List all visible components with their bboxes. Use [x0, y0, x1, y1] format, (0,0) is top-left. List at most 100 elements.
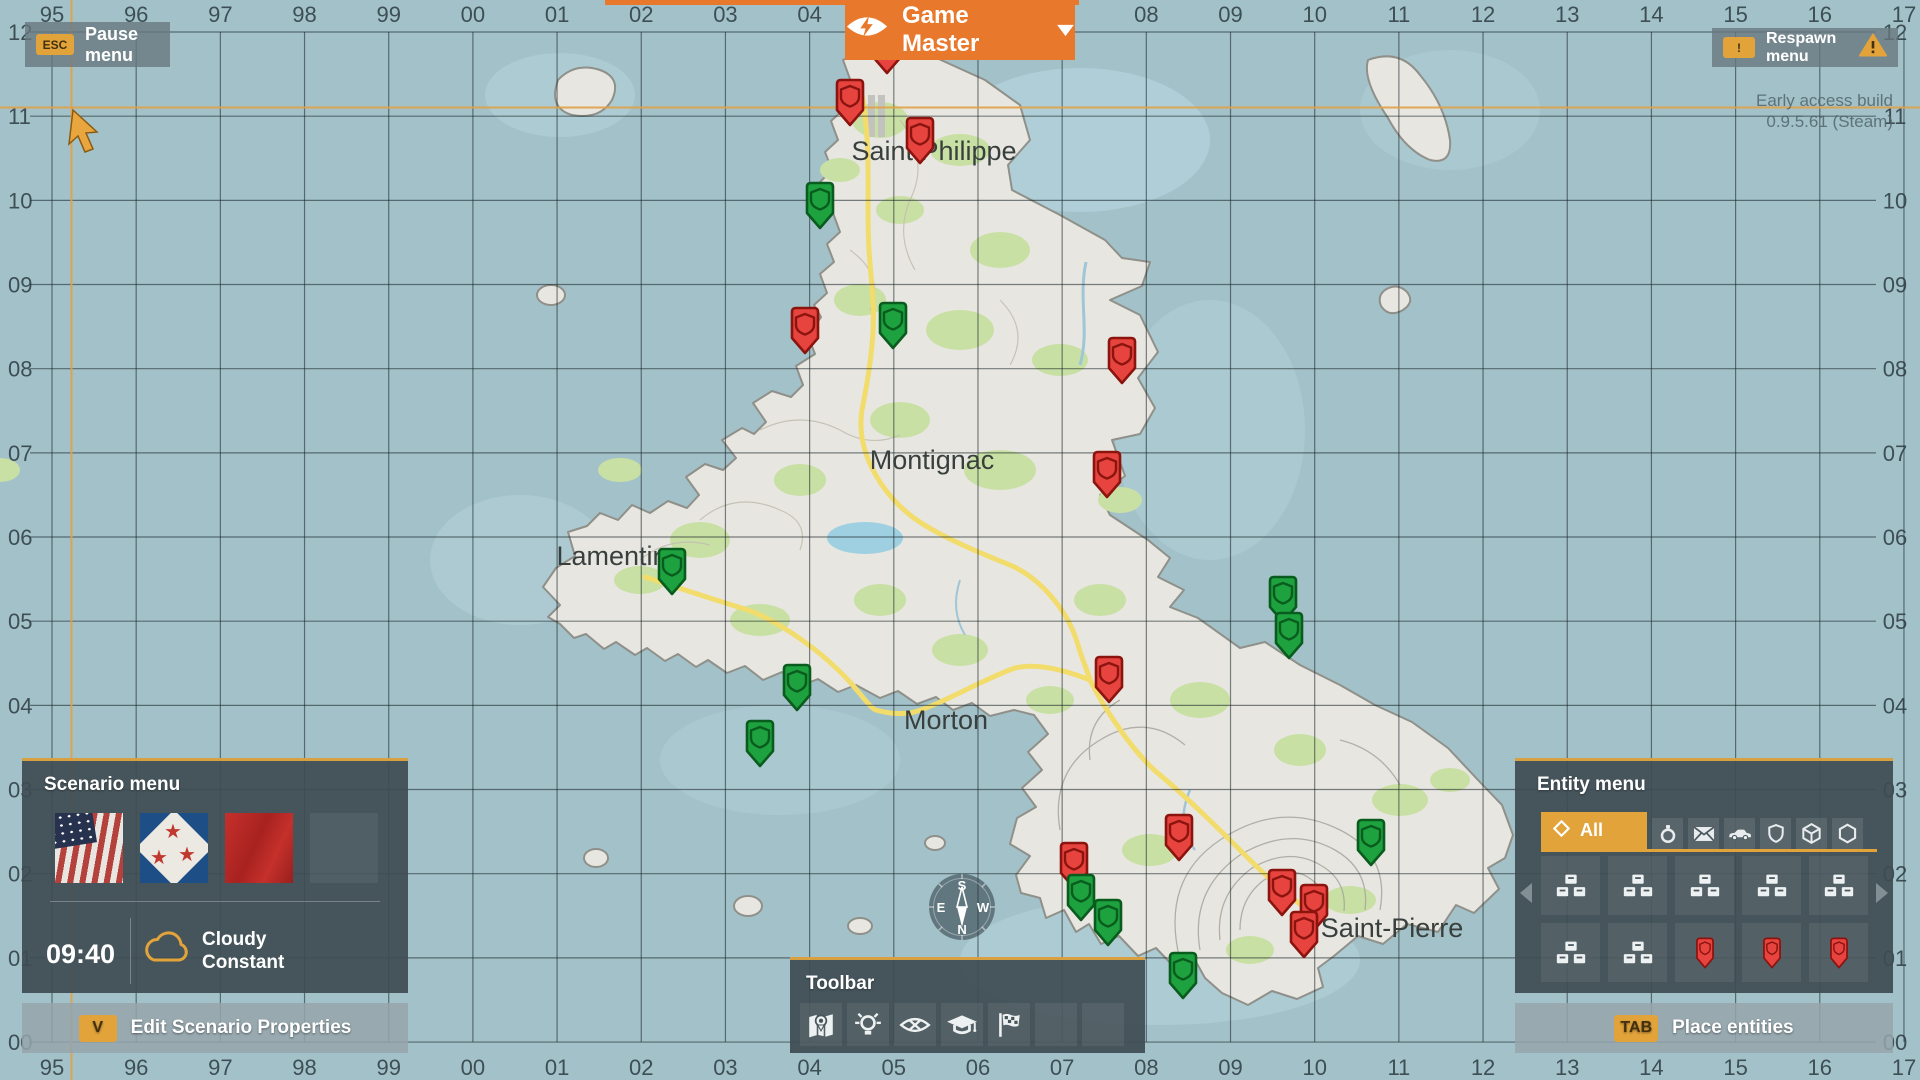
- entity-tile-red-marker[interactable]: [1742, 923, 1801, 982]
- grid-label-top: 08: [1134, 2, 1158, 27]
- empty-slot[interactable]: [310, 813, 378, 883]
- entity-tab-vehicle[interactable]: [1724, 818, 1755, 849]
- grid-label-top: 01: [545, 2, 569, 27]
- envelope-icon: [1693, 826, 1715, 842]
- respawn-menu-label: Respawn menu: [1766, 30, 1848, 66]
- entity-tab-shield[interactable]: [1760, 818, 1791, 849]
- scenario-weather[interactable]: Cloudy Constant: [202, 928, 284, 974]
- toolbar-button-graduation-cap[interactable]: [941, 1003, 983, 1046]
- grid-label-bottom: 03: [713, 1055, 737, 1080]
- fia-flag[interactable]: ★★★: [140, 813, 208, 883]
- grid-label-top: 13: [1555, 2, 1579, 27]
- grid-label-right: 08: [1883, 357, 1907, 382]
- grid-label-right: 06: [1883, 525, 1907, 550]
- pause-menu-button[interactable]: ESC Pause menu: [25, 22, 170, 67]
- grid-label-bottom: 06: [966, 1055, 990, 1080]
- scenario-menu-panel: Scenario menu ★★★ 09:40 Cloudy Constant: [22, 758, 408, 993]
- grid-label-bottom: 15: [1723, 1055, 1747, 1080]
- grid-label-left: 08: [8, 357, 32, 382]
- toolbar-slot-empty[interactable]: [1035, 1003, 1077, 1046]
- grid-label-left: 07: [8, 441, 32, 466]
- group-icon: [1822, 872, 1856, 900]
- toolbar-button-map-pin[interactable]: [800, 1003, 842, 1046]
- v-key-badge: V: [79, 1015, 117, 1042]
- chevron-down-icon[interactable]: [1056, 16, 1075, 44]
- entity-tab-envelope[interactable]: [1688, 818, 1719, 849]
- grid-label-top: 97: [208, 2, 232, 27]
- grid-label-left: 10: [8, 188, 32, 213]
- respawn-key-badge: !: [1723, 37, 1755, 58]
- map-pin-icon: [806, 1010, 836, 1040]
- toolbar-slot-empty[interactable]: [1082, 1003, 1124, 1046]
- grid-label-left: 04: [8, 693, 32, 718]
- grid-label-right: 10: [1883, 188, 1907, 213]
- grid-label-bottom: 16: [1808, 1055, 1832, 1080]
- grid-label-bottom: 07: [1050, 1055, 1074, 1080]
- tab-key-badge: TAB: [1614, 1015, 1658, 1042]
- entity-tile-red-marker[interactable]: [1675, 923, 1734, 982]
- soviet-flag[interactable]: [225, 813, 293, 883]
- page-left-arrow[interactable]: [1520, 883, 1532, 903]
- entity-tile-group[interactable]: [1675, 856, 1734, 915]
- cube-icon: [1802, 823, 1821, 844]
- town-label: Morton: [904, 705, 988, 735]
- toolbar-button-lightbulb[interactable]: [847, 1003, 889, 1046]
- red-marker-icon: [1690, 934, 1720, 972]
- grid-label-bottom: 17: [1892, 1055, 1916, 1080]
- respawn-menu-button[interactable]: ! Respawn menu: [1712, 28, 1898, 67]
- entity-tab-all[interactable]: All: [1541, 812, 1647, 849]
- grid-label-top: 14: [1639, 2, 1663, 27]
- grid-label-bottom: 99: [376, 1055, 400, 1080]
- entity-tile-group[interactable]: [1809, 856, 1868, 915]
- toolbar-button-checkered-flag[interactable]: [988, 1003, 1030, 1046]
- game-master-banner[interactable]: Game Master: [845, 0, 1075, 60]
- grid-label-bottom: 05: [882, 1055, 906, 1080]
- grid-label-bottom: 95: [40, 1055, 64, 1080]
- us-flag[interactable]: [55, 813, 123, 883]
- faction-flags-row: ★★★: [55, 813, 378, 883]
- entity-tile-group[interactable]: [1608, 856, 1667, 915]
- us-flag-canton: [55, 813, 97, 849]
- pause-menu-label: Pause menu: [85, 24, 159, 66]
- game-master-label: Game Master: [902, 2, 1043, 58]
- grid-label-right: 07: [1883, 441, 1907, 466]
- entity-tile-group[interactable]: [1541, 856, 1600, 915]
- group-icon: [1621, 939, 1655, 967]
- shield-icon: [1768, 824, 1784, 843]
- entity-tile-group[interactable]: [1742, 856, 1801, 915]
- place-entities-bar[interactable]: TAB Place entities: [1515, 1003, 1893, 1053]
- diamond-icon: [1553, 820, 1570, 842]
- grid-label-bottom: 01: [545, 1055, 569, 1080]
- grid-label-top: 99: [376, 2, 400, 27]
- entity-tile-group[interactable]: [1541, 923, 1600, 982]
- compass-top-label: S: [958, 878, 967, 893]
- scenario-time[interactable]: 09:40: [46, 939, 115, 970]
- warning-icon: [1859, 33, 1887, 62]
- entity-tab-character[interactable]: [1652, 818, 1683, 849]
- grid-label-top: 15: [1723, 2, 1747, 27]
- star-icon: ★: [150, 848, 168, 868]
- grid-label-top: 10: [1302, 2, 1326, 27]
- place-entities-label: Place entities: [1672, 1017, 1793, 1039]
- compass-left-label: E: [937, 900, 946, 915]
- entity-tile-red-marker[interactable]: [1809, 923, 1868, 982]
- compass-bottom-label: N: [957, 922, 966, 937]
- grid-label-bottom: 10: [1302, 1055, 1326, 1080]
- page-right-arrow[interactable]: [1876, 883, 1888, 903]
- toolbar-buttons: [800, 1003, 1124, 1046]
- grid-label-bottom: 14: [1639, 1055, 1663, 1080]
- toolbar-button-eye-off[interactable]: [894, 1003, 936, 1046]
- entity-tab-cube[interactable]: [1796, 818, 1827, 849]
- entity-tab-hexagon[interactable]: [1832, 818, 1863, 849]
- vehicle-icon: [1728, 827, 1752, 841]
- entity-tile-group[interactable]: [1608, 923, 1667, 982]
- grid-label-bottom: 13: [1555, 1055, 1579, 1080]
- checkered-flag-icon: [994, 1010, 1024, 1040]
- toolbar-panel: Toolbar: [790, 957, 1145, 1053]
- entity-tab-label: All: [1580, 820, 1603, 841]
- grid-label-top: 04: [797, 2, 821, 27]
- grid-label-top: 00: [461, 2, 485, 27]
- edit-scenario-properties-bar[interactable]: V Edit Scenario Properties: [22, 1003, 408, 1053]
- character-icon: [1658, 824, 1678, 844]
- grid-label-bottom: 02: [629, 1055, 653, 1080]
